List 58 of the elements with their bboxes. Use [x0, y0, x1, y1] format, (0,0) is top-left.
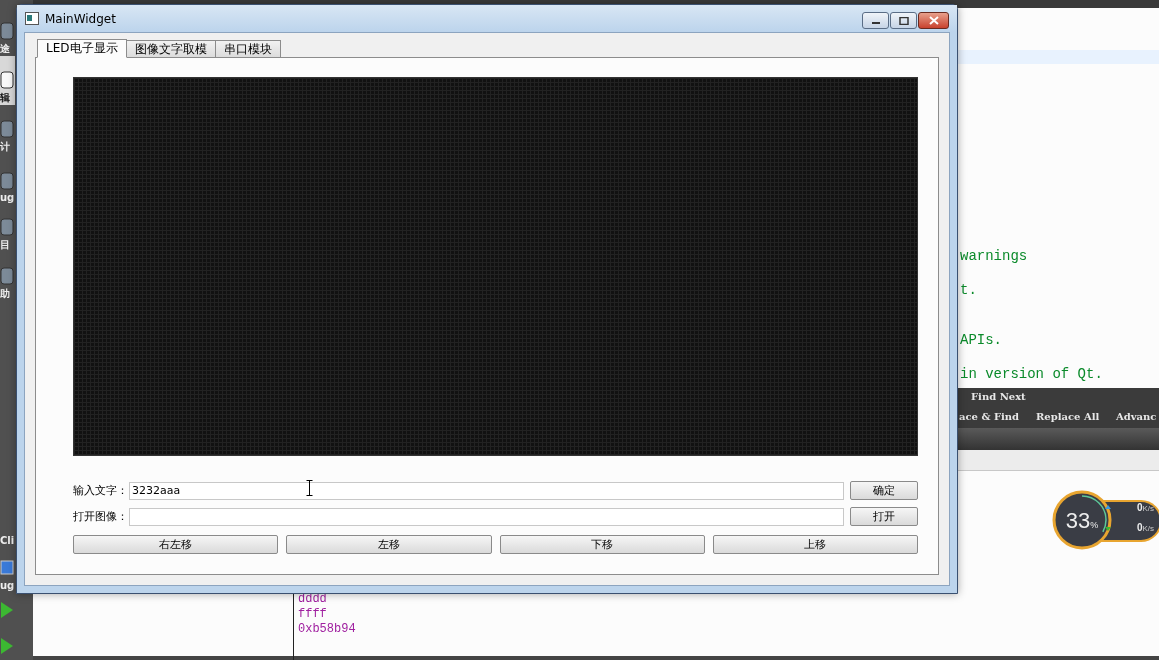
mode-label: 目	[0, 238, 10, 252]
confirm-button[interactable]: 确定	[850, 481, 918, 500]
move-button[interactable]: 下移	[499, 535, 705, 554]
text-input-field[interactable]: 3232aaa	[129, 481, 844, 500]
tab[interactable]: 图像文字取模	[125, 40, 216, 57]
side-label: ug	[0, 580, 15, 591]
maximize-button[interactable]	[890, 12, 917, 29]
output-line: dddd	[298, 592, 328, 607]
mode-label: 辑	[0, 91, 10, 105]
mode-icon	[0, 265, 14, 287]
mode-icon	[0, 118, 14, 140]
usage-percent: 33%	[1064, 508, 1100, 534]
open-button[interactable]: 打开	[850, 507, 918, 526]
close-button[interactable]	[918, 12, 949, 29]
window-icon	[25, 12, 39, 25]
mode-tab[interactable]: 辑	[0, 56, 15, 105]
debug-run-icon[interactable]	[0, 635, 14, 657]
mode-tab[interactable]: 助	[0, 252, 15, 301]
mode-tab[interactable]: ug	[0, 154, 15, 203]
mode-label: ug	[0, 192, 15, 203]
close-icon	[928, 16, 939, 25]
minimize-button[interactable]	[862, 12, 889, 29]
output-line: ffff	[298, 607, 328, 622]
mode-tab[interactable]: 途	[0, 0, 15, 56]
code-line: warnings	[960, 248, 1029, 265]
field-label: 打开图像：	[73, 509, 123, 524]
output-line: 0xb58b94	[298, 622, 356, 637]
mode-tab[interactable]: 目	[0, 203, 15, 252]
maximize-icon	[898, 16, 909, 25]
find-bar-button[interactable]: ace & Find	[959, 411, 1020, 422]
run-icon[interactable]	[0, 599, 14, 621]
mode-icon	[0, 20, 14, 42]
code-line: t.	[960, 281, 978, 299]
text-cursor-icon	[306, 479, 313, 496]
download-speed: 0K/s	[1136, 522, 1154, 533]
code-line: APIs.	[960, 332, 1003, 349]
side-label: Cli	[0, 535, 15, 546]
move-button[interactable]: 上移	[712, 535, 918, 554]
mode-icon	[0, 170, 14, 192]
code-line: in version of Qt.	[960, 365, 1103, 383]
find-bar-button[interactable]: Advanc	[1116, 411, 1157, 422]
mode-icon	[0, 69, 14, 91]
move-button[interactable]: 右左移	[73, 535, 279, 554]
find-next-button[interactable]: Find Next	[971, 391, 1026, 402]
field-label: 输入文字：	[73, 483, 123, 498]
mode-icon	[0, 216, 14, 238]
image-path-field[interactable]	[129, 507, 844, 526]
move-button[interactable]: 左移	[286, 535, 492, 554]
mode-tab[interactable]: 计	[0, 105, 15, 154]
upload-speed: 0K/s	[1136, 502, 1154, 513]
tab[interactable]: LED电子显示	[37, 39, 127, 58]
upload-arrow-icon	[1104, 503, 1112, 512]
mode-label: 助	[0, 287, 10, 301]
window-title: MainWidget	[45, 11, 117, 26]
mode-label: 途	[0, 42, 10, 56]
find-bar-button[interactable]: Replace All	[1036, 411, 1100, 422]
mode-label: 计	[0, 140, 10, 154]
tab[interactable]: 串口模块	[214, 40, 281, 57]
